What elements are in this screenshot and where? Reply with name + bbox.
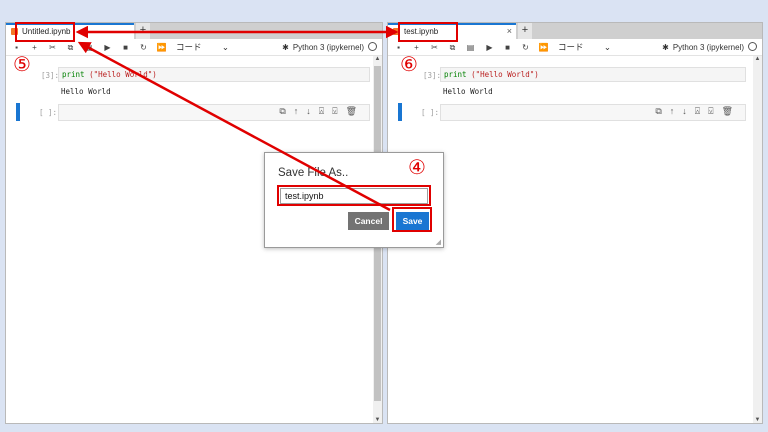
code-cell[interactable]: print ("Hello World") [58, 67, 370, 82]
run-icon[interactable]: ▶ [102, 42, 113, 53]
kernel-idle-icon [368, 42, 377, 51]
run-icon[interactable]: ▶ [484, 42, 495, 53]
debug-icon: ✱ [282, 43, 289, 52]
scroll-down-icon[interactable]: ▼ [373, 417, 382, 423]
cell-prompt: [3]: [41, 71, 60, 80]
move-down-icon[interactable]: ↓ [682, 106, 695, 116]
cell-output: Hello World [443, 87, 493, 96]
add-cell-icon[interactable]: + [29, 42, 40, 53]
tab-label: Untitled.ipynb [22, 27, 71, 36]
notebook-toolbar: ▪ + ✂ ⧉ ▤ ▶ ■ ↻ ⏩ コード ⌄ ✱ Python 3 (ipyke… [6, 39, 382, 56]
active-cell-indicator [16, 103, 20, 121]
close-icon[interactable]: × [507, 25, 512, 38]
notebook-toolbar: ▪ + ✂ ⧉ ▤ ▶ ■ ↻ ⏩ コード ⌄ ✱ Python 3 (ipyke… [388, 39, 762, 56]
cell-type-select[interactable]: コード ⌄ [176, 41, 229, 53]
step-4-marker: ④ [408, 157, 426, 179]
notebook-icon [11, 28, 18, 35]
paste-icon[interactable]: ▤ [465, 42, 476, 53]
chevron-down-icon: ⌄ [221, 42, 230, 52]
kernel-status[interactable]: ✱ Python 3 (ipykernel) [662, 42, 757, 52]
duplicate-icon[interactable]: ⧉ [279, 106, 293, 116]
scroll-up-icon[interactable]: ▲ [373, 56, 382, 62]
move-up-icon[interactable]: ↑ [294, 106, 307, 116]
insert-below-icon[interactable]: ⍌ [332, 106, 345, 116]
delete-icon[interactable]: 🗑 [722, 106, 741, 116]
paste-icon[interactable]: ▤ [83, 42, 94, 53]
add-cell-icon[interactable]: + [411, 42, 422, 53]
stop-icon[interactable]: ■ [120, 42, 131, 53]
insert-below-icon[interactable]: ⍌ [708, 106, 721, 116]
cell-type-select[interactable]: コード ⌄ [558, 41, 611, 53]
tab-bar: Untitled.ipynb + [6, 23, 382, 39]
restart-icon[interactable]: ↻ [138, 42, 149, 53]
save-button[interactable]: Save [396, 212, 429, 230]
cell-output: Hello World [61, 87, 111, 96]
scroll-down-icon[interactable]: ▼ [753, 417, 762, 423]
empty-code-cell[interactable]: ⧉↑↓⍓⍌🗑 [58, 104, 370, 121]
copy-icon[interactable]: ⧉ [65, 42, 76, 53]
filename-input[interactable] [280, 188, 428, 204]
tab-untitled[interactable]: Untitled.ipynb [6, 23, 134, 39]
step-6-marker: ⑥ [400, 54, 418, 76]
debug-icon: ✱ [662, 43, 669, 52]
cell-toolbar: ⧉↑↓⍓⍌🗑 [279, 106, 365, 117]
notebook-icon [393, 28, 400, 35]
cell-toolbar: ⧉↑↓⍓⍌🗑 [655, 106, 741, 117]
delete-icon[interactable]: 🗑 [346, 106, 365, 116]
tab-test[interactable]: test.ipynb × [388, 23, 516, 39]
cell-prompt-empty: [ ]: [421, 108, 440, 117]
copy-icon[interactable]: ⧉ [447, 42, 458, 53]
tab-bar: test.ipynb × + [388, 23, 762, 39]
scroll-up-icon[interactable]: ▲ [753, 56, 762, 62]
restart-icon[interactable]: ↻ [520, 42, 531, 53]
insert-above-icon[interactable]: ⍓ [319, 106, 332, 116]
new-tab-button[interactable]: + [518, 23, 532, 39]
kernel-idle-icon [748, 42, 757, 51]
save-icon[interactable]: ▪ [393, 42, 404, 53]
move-up-icon[interactable]: ↑ [670, 106, 683, 116]
stop-icon[interactable]: ■ [502, 42, 513, 53]
cut-icon[interactable]: ✂ [429, 42, 440, 53]
cut-icon[interactable]: ✂ [47, 42, 58, 53]
kernel-status[interactable]: ✱ Python 3 (ipykernel) [282, 42, 377, 52]
step-5-marker: ⑤ [13, 54, 31, 76]
cancel-button[interactable]: Cancel [348, 212, 389, 230]
move-down-icon[interactable]: ↓ [306, 106, 319, 116]
chevron-down-icon: ⌄ [603, 42, 612, 52]
cell-prompt-empty: [ ]: [39, 108, 58, 117]
fast-forward-icon[interactable]: ⏩ [156, 42, 167, 53]
empty-code-cell[interactable]: ⧉↑↓⍓⍌🗑 [440, 104, 746, 121]
insert-above-icon[interactable]: ⍓ [695, 106, 708, 116]
new-tab-button[interactable]: + [136, 23, 150, 39]
active-cell-indicator [398, 103, 402, 121]
save-icon[interactable]: ▪ [11, 42, 22, 53]
code-cell[interactable]: print ("Hello World") [440, 67, 746, 82]
cell-prompt: [3]: [423, 71, 442, 80]
tab-label: test.ipynb [404, 27, 439, 36]
dialog-title: Save File As.. [278, 167, 349, 179]
resize-grip-icon[interactable]: ◢ [436, 238, 441, 246]
vertical-scrollbar[interactable]: ▲ ▼ [753, 56, 762, 423]
duplicate-icon[interactable]: ⧉ [655, 106, 669, 116]
fast-forward-icon[interactable]: ⏩ [538, 42, 549, 53]
